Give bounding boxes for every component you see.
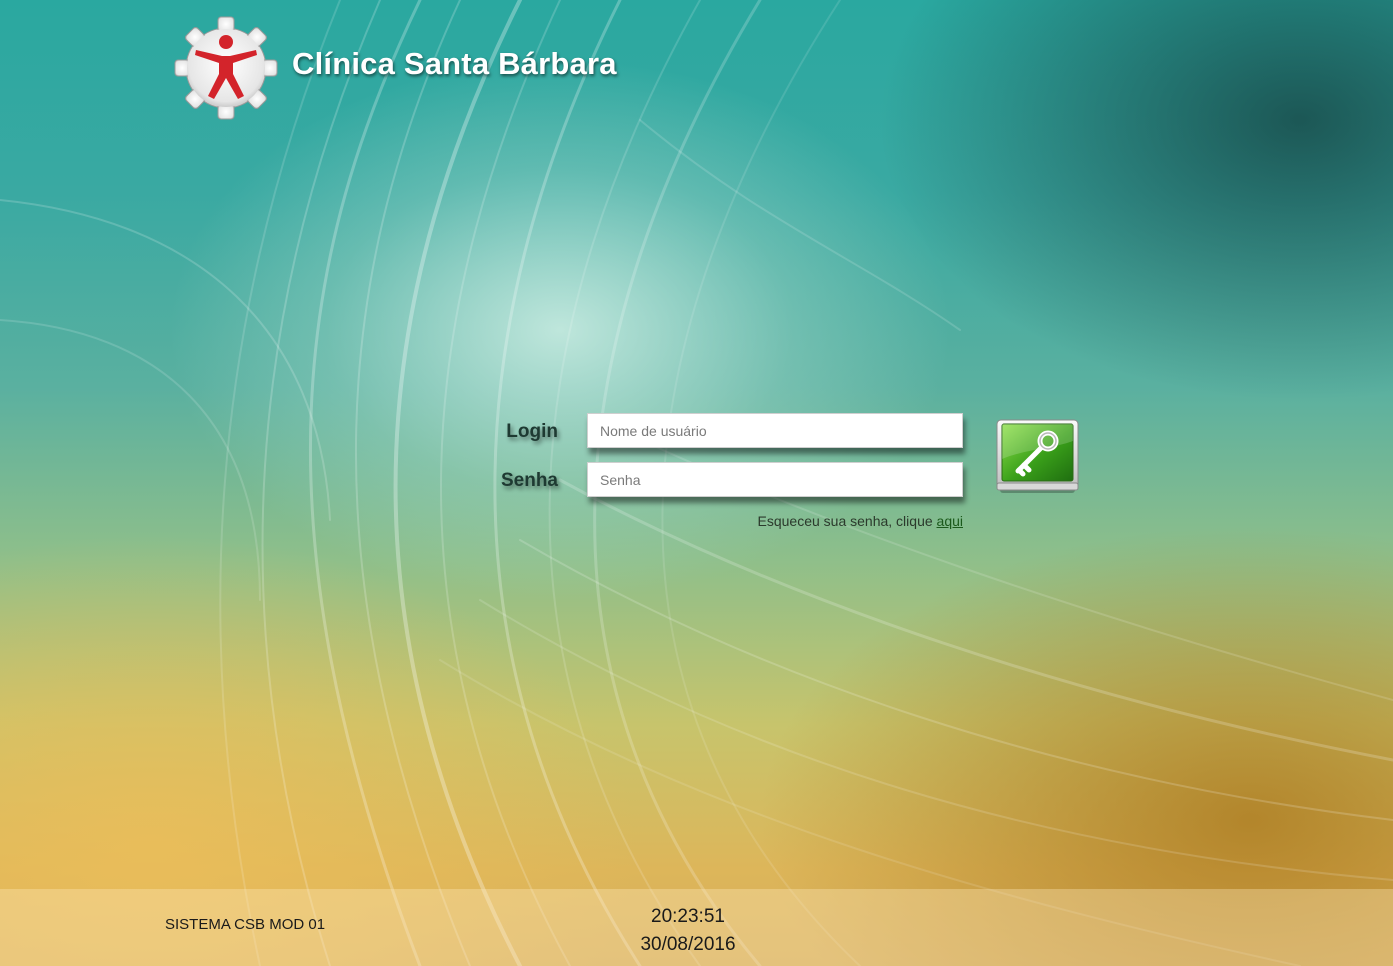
clock-time: 20:23:51 <box>651 906 725 927</box>
key-icon <box>996 419 1079 493</box>
gear-figure-logo-icon <box>174 16 278 120</box>
forgot-password-text: Esqueceu sua senha, clique aqui <box>758 513 963 529</box>
brand-header: Clínica Santa Bárbara <box>174 16 617 120</box>
forgot-password-label: Esqueceu sua senha, clique <box>757 513 937 529</box>
footer-bar: SISTEMA CSB MOD 01 20:23:51 30/08/2016 <box>0 889 1393 966</box>
system-name: SISTEMA CSB MOD 01 <box>165 916 326 933</box>
password-label: Senha <box>500 470 558 491</box>
clock: 20:23:51 30/08/2016 <box>588 903 788 959</box>
clock-date: 30/08/2016 <box>640 934 736 955</box>
username-input[interactable] <box>587 413 963 448</box>
clinic-title: Clínica Santa Bárbara <box>292 46 617 81</box>
password-input[interactable] <box>587 462 963 497</box>
login-label: Login <box>506 421 558 442</box>
forgot-password-link[interactable]: aqui <box>937 513 963 529</box>
login-submit-button[interactable] <box>996 419 1079 495</box>
